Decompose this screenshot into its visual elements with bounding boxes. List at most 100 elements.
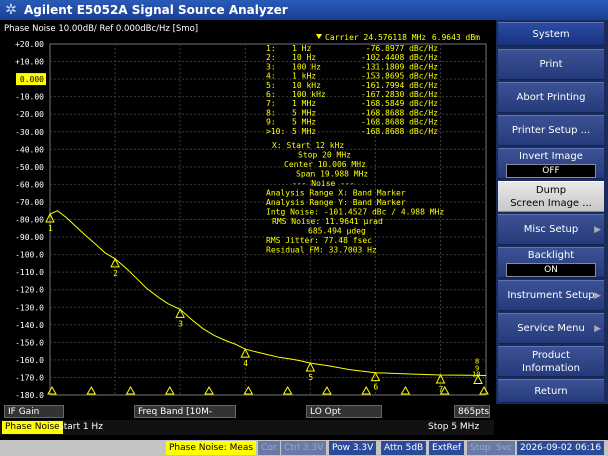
marker-table-freq: 5 MHz	[292, 127, 316, 136]
stop-frequency: Stop 5 MHz	[428, 422, 480, 432]
dump-label-line2: Screen Image ...	[510, 197, 592, 209]
band-marker-triangle	[164, 385, 175, 395]
marker-table-freq: 5 MHz	[292, 108, 316, 117]
service-menu-button[interactable]: Service Menu ▶	[498, 313, 604, 344]
y-tick-label: -120.0	[15, 286, 44, 295]
band-marker-triangle	[479, 385, 489, 395]
marker-table-id: 9:	[266, 118, 276, 127]
marker-label: 2	[113, 269, 118, 278]
print-button[interactable]: Print	[498, 49, 604, 80]
band-marker-triangle	[86, 385, 97, 395]
invert-image-label: Invert Image	[519, 150, 583, 162]
svc-status: Svc	[493, 441, 515, 455]
y-tick-label: -50.00	[15, 163, 44, 172]
marker-table-freq: 10 Hz	[292, 53, 316, 62]
invert-image-value: OFF	[506, 163, 596, 178]
band-marker-triangle	[47, 385, 57, 395]
marker-label: 7	[439, 385, 444, 394]
marker-table-value: -161.7994 dBc/Hz	[361, 81, 438, 90]
attn-status: Attn 5dB	[381, 441, 427, 455]
instrument-setup-label: Instrument Setup	[507, 290, 595, 301]
phase-noise-chart[interactable]: Phase Noise 10.00dB/ Ref 0.000dBc/Hz [Sm…	[0, 20, 494, 404]
instrument-status-bar: Phase Noise: Meas Cor Ctrl 3.3V Pow 3.3V…	[0, 440, 608, 456]
service-menu-label: Service Menu	[517, 323, 585, 334]
noise-info-line: RMS Noise: 11.9641 µrad	[272, 217, 383, 226]
marker-table-freq: 1 Hz	[292, 44, 311, 53]
carrier-frequency: Carrier 24.576118 MHz	[325, 33, 426, 42]
marker-label: 4	[243, 359, 248, 368]
marker-table-value: -167.2830 dBc/Hz	[361, 90, 438, 99]
product-information-button[interactable]: Product Information	[498, 346, 604, 377]
y-tick-label: -150.0	[15, 338, 44, 347]
pow-status: Pow 3.3V	[329, 441, 377, 455]
start-frequency: Start 1 Hz	[58, 422, 103, 432]
graph-header: Phase Noise 10.00dB/ Ref 0.000dBc/Hz [Sm…	[4, 24, 198, 34]
y-tick-label: -110.0	[15, 268, 44, 277]
marker-table-id: 2:	[266, 53, 276, 62]
marker-table-value: -168.8688 dBc/Hz	[361, 118, 438, 127]
y-tick-label: +20.00	[15, 40, 44, 49]
span-info-line: Span 19.988 MHz	[296, 170, 368, 179]
y-tick-label: -100.0	[15, 251, 44, 260]
y-tick-label: -90.00	[15, 233, 44, 242]
instrument-setup-button[interactable]: Instrument Setup ▶	[498, 280, 604, 311]
marker-table-freq: 100 kHz	[292, 90, 326, 99]
product-label-line1: Product	[532, 349, 570, 361]
span-info-line: X: Start 12 kHz	[272, 141, 344, 150]
marker-table-freq: 10 kHz	[292, 81, 321, 90]
product-label-line2: Information	[522, 362, 580, 374]
backlight-value: ON	[506, 262, 596, 277]
marker-table-id: 7:	[266, 99, 276, 108]
y-tick-label: -130.0	[15, 303, 44, 312]
carrier-marker-icon	[316, 34, 322, 39]
marker-table-value: -168.8688 dBc/Hz	[361, 108, 438, 117]
marker-table-id: 1:	[266, 44, 276, 53]
y-tick-label: 0.000	[20, 75, 44, 84]
ctrl-status: Ctrl 3.3V	[281, 441, 327, 455]
softkey-header-system: System	[498, 22, 604, 46]
marker-table-value: -168.8688 dBc/Hz	[361, 127, 438, 136]
marker-table-freq: 5 MHz	[292, 118, 316, 127]
band-marker-triangle	[125, 385, 136, 395]
band-marker-triangle	[400, 385, 411, 395]
phase-noise-graph[interactable]: Phase Noise 10.00dB/ Ref 0.000dBc/Hz [Sm…	[0, 20, 494, 404]
marker-table-id: 6:	[266, 90, 276, 99]
print-label: Print	[539, 59, 563, 70]
abort-printing-button[interactable]: Abort Printing	[498, 82, 604, 113]
channel-indicator[interactable]: Phase Noise	[2, 421, 63, 434]
y-tick-label: -70.00	[15, 198, 44, 207]
y-tick-label: -60.00	[15, 180, 44, 189]
dump-label-line1: Dump	[535, 184, 567, 196]
marker-table-value: -131.1809 dBc/Hz	[361, 62, 438, 71]
noise-info-line: Analysis Range Y: Band Marker	[266, 198, 406, 207]
y-tick-label: -20.00	[15, 110, 44, 119]
backlight-button[interactable]: Backlight ON	[498, 247, 604, 278]
misc-setup-label: Misc Setup	[523, 224, 579, 235]
y-tick-label: +10.00	[15, 58, 44, 67]
dump-screen-image-button[interactable]: Dump Screen Image ...	[498, 181, 604, 212]
marker-label: 1	[48, 224, 53, 233]
window-title: Agilent E5052A Signal Source Analyzer	[24, 3, 288, 17]
softkey-header-label: System	[532, 28, 570, 40]
return-button[interactable]: Return	[498, 379, 604, 403]
y-tick-label: -160.0	[15, 356, 44, 365]
measurement-status-bar: IF Gain 50dB Freq Band [10M-41MHz] LO Op…	[0, 404, 494, 430]
marker-label: 3	[178, 319, 183, 328]
marker-table-value: -168.5849 dBc/Hz	[361, 99, 438, 108]
noise-info-line: 685.494 µdeg	[308, 227, 366, 236]
submenu-arrow-icon: ▶	[594, 290, 601, 301]
printer-setup-button[interactable]: Printer Setup ...	[498, 115, 604, 146]
band-marker-triangle	[322, 385, 332, 395]
marker-label: 6	[373, 383, 378, 392]
stop-status: Stop	[467, 441, 494, 455]
band-marker-triangle	[282, 385, 293, 395]
marker-label: 10	[472, 370, 480, 378]
abort-printing-label: Abort Printing	[516, 92, 586, 103]
invert-image-button[interactable]: Invert Image OFF	[498, 148, 604, 179]
marker-table-id: >10:	[266, 127, 285, 136]
noise-info-line: Intg Noise: -101.4527 dBc / 4.988 MHz	[266, 208, 444, 217]
misc-setup-button[interactable]: Misc Setup ▶	[498, 214, 604, 245]
band-marker-triangle	[204, 385, 214, 395]
marker-table-id: 3:	[266, 62, 276, 71]
y-tick-label: -170.0	[15, 373, 44, 382]
